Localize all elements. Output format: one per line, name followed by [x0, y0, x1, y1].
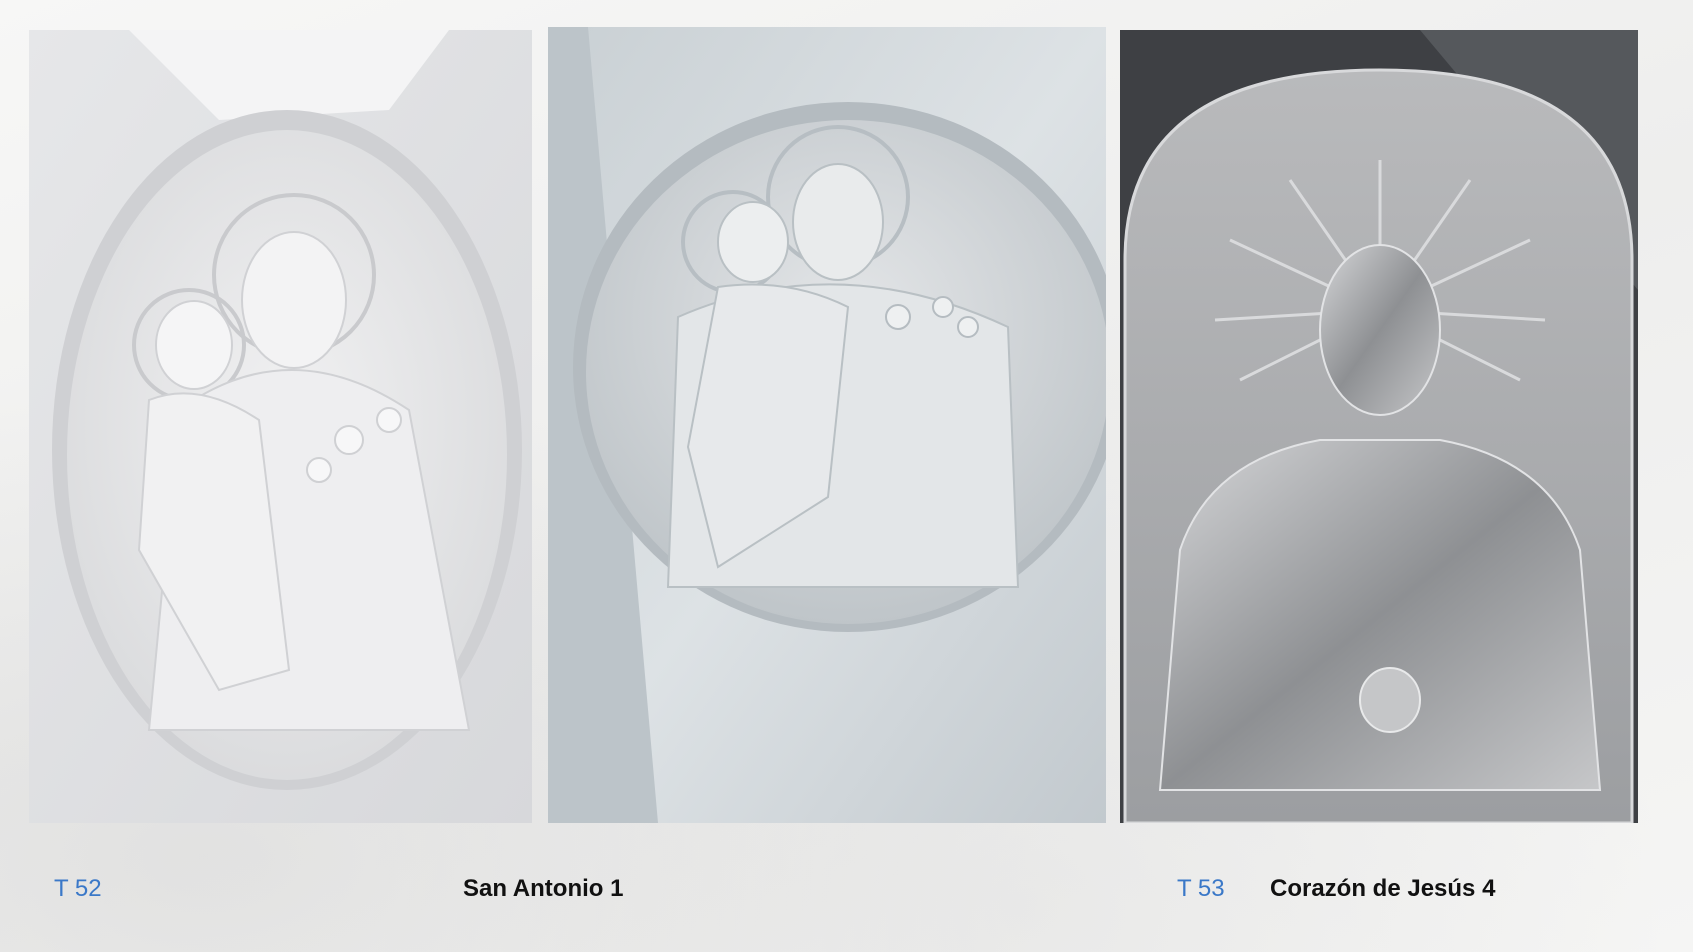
- product-code-label: T 52: [54, 875, 102, 902]
- product-title-label: San Antonio 1: [463, 875, 624, 902]
- product-title-label: Corazón de Jesús 4: [1270, 875, 1496, 902]
- product-code-label: T 53: [1177, 875, 1225, 902]
- relief-photo-san-antonio-oval: [29, 30, 532, 823]
- relief-photo-corazon-de-jesus: [1120, 30, 1638, 823]
- relief-photo-san-antonio-round: [548, 27, 1106, 823]
